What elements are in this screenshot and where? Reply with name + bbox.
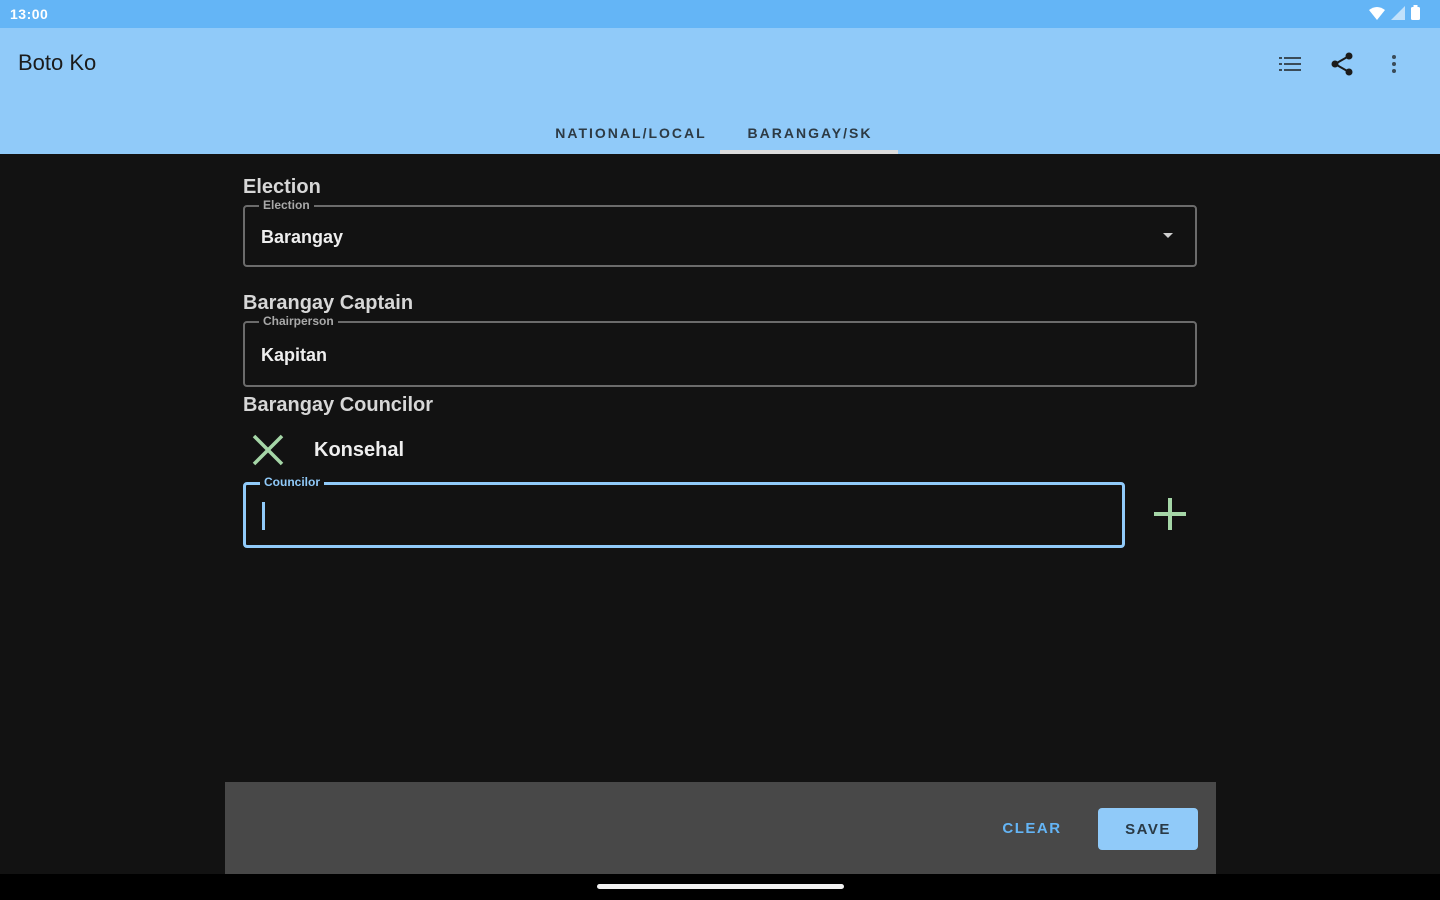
tab-national-local[interactable]: NATIONAL/LOCAL — [541, 112, 721, 154]
app-title: Boto Ko — [18, 50, 97, 75]
save-button[interactable]: SAVE — [1098, 808, 1198, 850]
tab-indicator — [720, 150, 898, 154]
election-field-label: Election — [259, 198, 314, 212]
signal-icon — [1391, 5, 1405, 20]
councilor-entry: Konsehal — [250, 432, 404, 468]
captain-field[interactable]: Chairperson Kapitan — [243, 314, 1197, 387]
councilor-input-field[interactable]: Councilor — [243, 475, 1125, 548]
tab-barangay-sk[interactable]: BARANGAY/SK — [720, 112, 900, 154]
plus-icon — [1154, 498, 1186, 530]
remove-councilor-icon[interactable] — [250, 432, 286, 468]
status-time: 13:00 — [10, 6, 49, 22]
more-options-button[interactable] — [1368, 48, 1420, 80]
captain-field-label: Chairperson — [259, 314, 338, 328]
tab-bar: NATIONAL/LOCAL BARANGAY/SK — [0, 112, 1440, 154]
add-councilor-button[interactable] — [1150, 494, 1190, 534]
share-button[interactable] — [1316, 48, 1368, 80]
election-selected-value: Barangay — [261, 227, 344, 247]
election-dropdown[interactable]: Election Barangay — [243, 198, 1197, 267]
system-icons — [1369, 5, 1420, 20]
councilor-section-label: Barangay Councilor — [243, 394, 434, 416]
share-icon — [1331, 52, 1353, 76]
councilor-entry-label: Konsehal — [314, 438, 405, 461]
captain-value: Kapitan — [261, 345, 328, 365]
captain-section-label: Barangay Captain — [243, 292, 414, 314]
more-vert-icon — [1392, 55, 1396, 73]
bottom-action-bar: CLEAR SAVE — [225, 782, 1216, 874]
app-bar: Boto Ko NATIONAL/LOCAL BARANGAY/SK — [0, 28, 1440, 154]
status-bar: 13:00 — [0, 0, 1440, 28]
list-button[interactable] — [1264, 48, 1316, 80]
dropdown-arrow-icon — [1163, 233, 1173, 238]
wifi-icon — [1369, 6, 1385, 20]
gesture-handle[interactable] — [597, 884, 844, 889]
app-bar-actions — [1264, 48, 1420, 80]
councilor-input[interactable] — [258, 497, 1102, 535]
battery-icon — [1411, 5, 1420, 20]
list-icon — [1279, 57, 1301, 71]
clear-button[interactable]: CLEAR — [1001, 808, 1063, 848]
election-section-label: Election — [243, 176, 321, 198]
councilor-field-label: Councilor — [260, 475, 324, 489]
